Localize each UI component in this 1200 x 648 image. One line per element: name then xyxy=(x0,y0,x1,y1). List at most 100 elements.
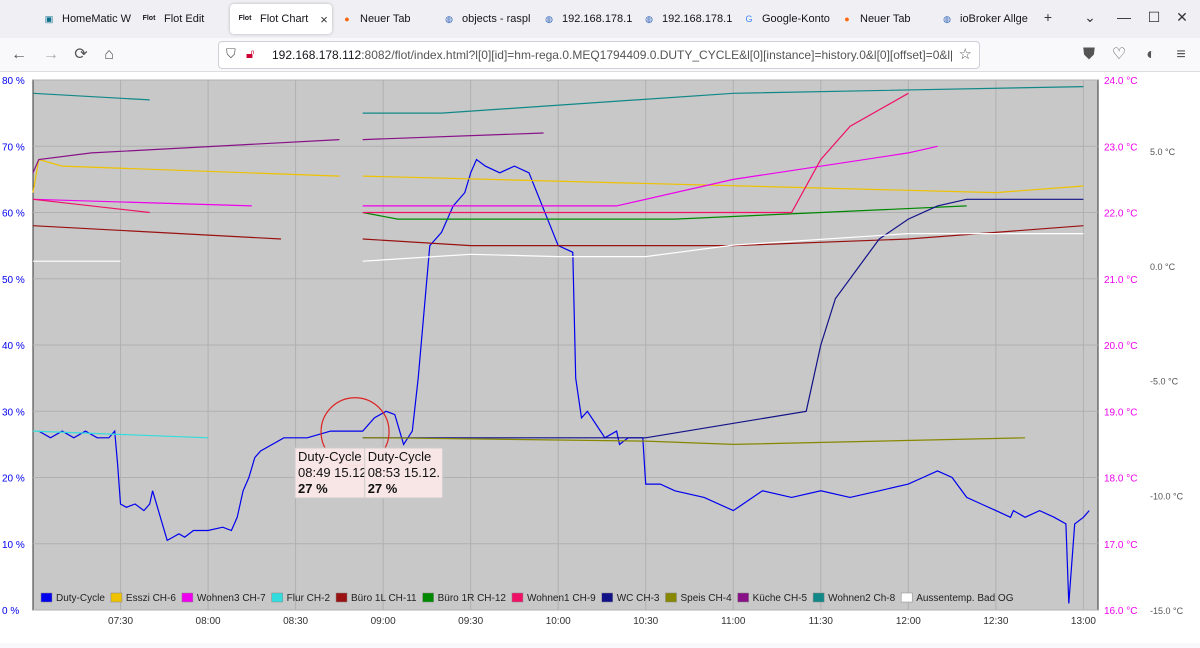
x-tick-label: 07:30 xyxy=(108,616,133,627)
x-tick-label: 10:00 xyxy=(546,616,571,627)
iobroker-icon: ◍ xyxy=(445,14,453,24)
y-left-tick-label: 80 % xyxy=(2,76,25,87)
tooltip-value: 27 % xyxy=(368,481,398,496)
y-left-tick-label: 20 % xyxy=(2,474,25,485)
tab-8[interactable]: ● Neuer Tab xyxy=(834,0,932,38)
y-right-temp-tick-label: 21.0 °C xyxy=(1104,275,1137,286)
tab-5[interactable]: ◍ 192.168.178.1 xyxy=(536,0,634,38)
tooltip-value: 27 % xyxy=(298,481,328,496)
tab-label: objects - raspl xyxy=(462,13,531,25)
close-tab-icon[interactable]: × xyxy=(320,12,328,27)
minimize-icon[interactable]: — xyxy=(1114,9,1134,25)
tab-list-icon[interactable]: ⌄ xyxy=(1080,9,1100,26)
legend-label: Esszi CH-6 xyxy=(126,593,176,604)
tab-7[interactable]: G Google-Konto xyxy=(736,0,834,38)
y-left-tick-label: 30 % xyxy=(2,407,25,418)
flot-icon: Flot xyxy=(142,15,156,22)
tab-4[interactable]: ◍ objects - raspl xyxy=(436,0,534,38)
legend-swatch xyxy=(737,592,749,603)
flot-icon: Flot xyxy=(238,15,252,22)
tab-label: ioBroker Allge xyxy=(960,13,1028,25)
legend-swatch xyxy=(812,592,825,603)
tab-label: Flot Chart xyxy=(260,13,309,25)
y-left-tick-label: 70 % xyxy=(2,142,25,153)
y-left-tick-label: 50 % xyxy=(2,275,25,286)
url-text[interactable]: 192.168.178.112:8082/flot/index.html?l[0… xyxy=(272,48,952,62)
y-right-temp-tick-label: 23.0 °C xyxy=(1104,142,1137,153)
y-right-temp-tick-label: 22.0 °C xyxy=(1104,209,1137,220)
extension-icon[interactable]: ◐ xyxy=(1140,44,1162,66)
x-tick-label: 11:00 xyxy=(721,616,746,627)
y-left-tick-label: 10 % xyxy=(2,540,25,551)
y-right-outdoor-tick-label: -15.0 °C xyxy=(1150,606,1184,616)
home-icon[interactable]: ⌂ xyxy=(98,44,120,66)
reload-icon[interactable]: ⟳ xyxy=(70,44,92,66)
homematic-icon: ▣ xyxy=(44,14,54,24)
y-right-temp-tick-label: 18.0 °C xyxy=(1104,474,1137,485)
google-icon: G xyxy=(745,14,753,24)
y-right-outdoor-tick-label: -10.0 °C xyxy=(1150,491,1184,501)
x-tick-label: 12:30 xyxy=(983,616,1008,627)
tab-0[interactable]: ▣ HomeMatic W xyxy=(36,0,132,38)
tab-3[interactable]: ● Neuer Tab xyxy=(334,0,432,38)
y-right-temp-tick-label: 19.0 °C xyxy=(1104,407,1137,418)
x-tick-label: 13:00 xyxy=(1071,616,1096,627)
tab-9[interactable]: ◍ ioBroker Allge xyxy=(934,0,1032,38)
legend-swatch xyxy=(665,592,677,603)
y-right-outdoor-tick-label: 0.0 °C xyxy=(1150,262,1176,272)
pocket-icon[interactable]: ♡ xyxy=(1108,44,1130,66)
forward-icon[interactable]: → xyxy=(40,44,62,66)
legend-swatch xyxy=(511,592,524,603)
tooltip: Duty-Cycle08:49 15.12.27 % xyxy=(294,447,374,499)
menu-icon[interactable]: ≡ xyxy=(1170,44,1192,66)
legend-label: WC CH-3 xyxy=(617,593,660,604)
new-tab-icon[interactable]: + xyxy=(1038,9,1058,25)
tab-6[interactable]: ◍ 192.168.178.1 xyxy=(636,0,734,38)
insecure-lock-icon: 🔓︎ xyxy=(246,46,255,61)
window-close-icon[interactable]: ✕ xyxy=(1172,9,1192,26)
legend-swatch xyxy=(110,592,123,603)
tooltip-title: Duty-Cycle xyxy=(298,449,362,464)
legend-label: Büro 1L CH-11 xyxy=(351,593,417,604)
url-bar[interactable]: ⛉ 🔓︎ 192.168.178.112:8082/flot/index.htm… xyxy=(218,41,980,69)
x-tick-label: 09:00 xyxy=(371,616,396,627)
x-tick-label: 08:30 xyxy=(283,616,308,627)
y-right-temp-tick-label: 16.0 °C xyxy=(1104,606,1137,617)
back-icon[interactable]: ← xyxy=(8,44,30,66)
legend-label: Küche CH-5 xyxy=(753,593,808,604)
y-left-tick-label: 0 % xyxy=(2,606,19,617)
chart-svg: 0 % 10 % 20 % 30 % 40 % 50 % 60 % 70 % 80 % 16.0 … xyxy=(2,76,1184,627)
x-tick-label: 10:30 xyxy=(633,616,658,627)
legend-label: Flur CH-2 xyxy=(287,593,331,604)
legend-swatch xyxy=(601,592,613,603)
tab-1[interactable]: Flot Flot Edit xyxy=(134,0,230,38)
y-right-temp-tick-label: 17.0 °C xyxy=(1104,540,1137,551)
tab-label: HomeMatic W xyxy=(62,13,132,25)
browser-tab-bar: ▣ HomeMatic W Flot Flot Edit Flot Flot Chart ×… xyxy=(0,0,1200,38)
star-icon[interactable]: ☆ xyxy=(959,45,972,63)
tab-label: Neuer Tab xyxy=(360,13,411,25)
tooltip-time: 08:49 15.12. xyxy=(298,465,370,480)
tab-label: 192.168.178.1 xyxy=(662,13,733,25)
tab-label: 192.168.178.1 xyxy=(562,13,633,25)
y-right-outdoor-tick-label: 5.0 °C xyxy=(1150,147,1176,157)
browser-nav-bar: ← → ⟳ ⌂ ⛉ 🔓︎ 192.168.178.112:8082/flot/i… xyxy=(0,38,1200,72)
save-to-pocket-icon[interactable]: ⛊ xyxy=(1078,44,1100,66)
y-right-temp-tick-label: 24.0 °C xyxy=(1104,76,1137,87)
x-tick-label: 09:30 xyxy=(458,616,483,627)
y-right-temp-tick-label: 20.0 °C xyxy=(1104,341,1137,352)
legend-swatch xyxy=(900,592,913,603)
x-tick-label: 11:30 xyxy=(809,616,834,627)
legend-label: Aussentemp. Bad OG xyxy=(916,593,1013,604)
x-tick-label: 08:00 xyxy=(196,616,221,627)
legend-swatch xyxy=(40,592,53,603)
y-left-tick-label: 40 % xyxy=(2,341,25,352)
tooltip-time: 08:53 15.12. xyxy=(368,465,440,480)
shield-icon: ⛉ xyxy=(226,46,236,61)
legend-label: Duty-Cycle xyxy=(56,593,105,604)
legend-label: Wohnen2 Ch-8 xyxy=(828,593,896,604)
legend-label: Büro 1R CH-12 xyxy=(438,593,507,604)
y-right-outdoor-tick-label: -5.0 °C xyxy=(1150,377,1179,387)
tab-2[interactable]: Flot Flot Chart × xyxy=(230,4,332,34)
maximize-icon[interactable]: ☐ xyxy=(1144,9,1164,26)
